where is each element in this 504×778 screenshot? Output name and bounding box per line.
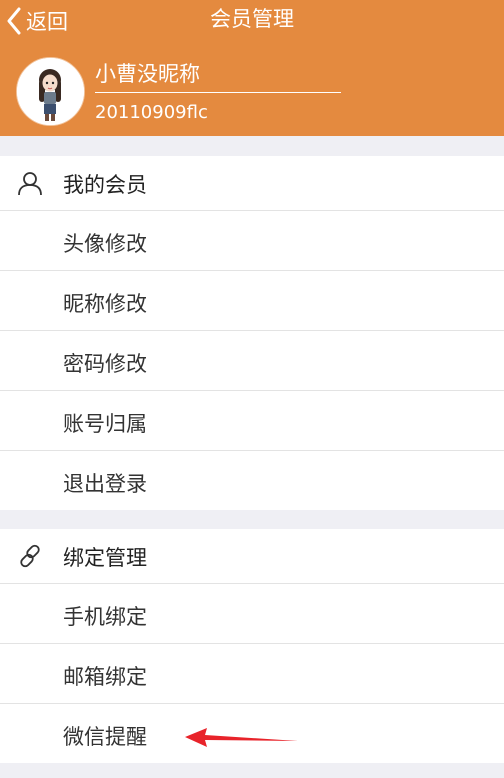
account-id: 20110909flc xyxy=(95,102,208,123)
section-title: 绑定管理 xyxy=(63,546,147,570)
avatar[interactable] xyxy=(16,57,85,126)
page-title: 会员管理 xyxy=(210,7,294,31)
member-section: 我的会员 头像修改 昵称修改 密码修改 账号归属 退出登录 xyxy=(0,156,504,510)
menu-item-label: 账号归属 xyxy=(63,412,147,436)
menu-item-label: 手机绑定 xyxy=(63,605,147,629)
section-title: 我的会员 xyxy=(63,173,147,197)
menu-item-avatar-edit[interactable]: 头像修改 xyxy=(0,211,504,271)
menu-item-label: 头像修改 xyxy=(63,232,147,256)
menu-item-logout[interactable]: 退出登录 xyxy=(0,451,504,510)
menu-item-phone-binding[interactable]: 手机绑定 xyxy=(0,584,504,644)
annotation-arrow-icon xyxy=(185,728,298,747)
section-header: 绑定管理 xyxy=(0,529,504,584)
navbar: 返回 会员管理 xyxy=(0,0,504,44)
menu-item-label: 微信提醒 xyxy=(63,725,147,749)
avatar-illustration xyxy=(17,58,84,125)
menu-item-account-ownership[interactable]: 账号归属 xyxy=(0,391,504,451)
menu-item-label: 昵称修改 xyxy=(63,292,147,316)
menu-item-password-edit[interactable]: 密码修改 xyxy=(0,331,504,391)
menu-item-label: 退出登录 xyxy=(63,472,147,496)
section-header: 我的会员 xyxy=(0,156,504,211)
menu-item-label: 密码修改 xyxy=(63,352,147,376)
link-icon xyxy=(20,544,40,568)
nickname: 小曹没昵称 xyxy=(95,62,200,86)
profile-header: 小曹没昵称 20110909flc xyxy=(0,44,504,136)
nickname-underline xyxy=(95,92,341,93)
menu-item-email-binding[interactable]: 邮箱绑定 xyxy=(0,644,504,704)
menu-item-nickname-edit[interactable]: 昵称修改 xyxy=(0,271,504,331)
user-icon xyxy=(18,172,42,196)
menu-item-label: 邮箱绑定 xyxy=(63,665,147,689)
